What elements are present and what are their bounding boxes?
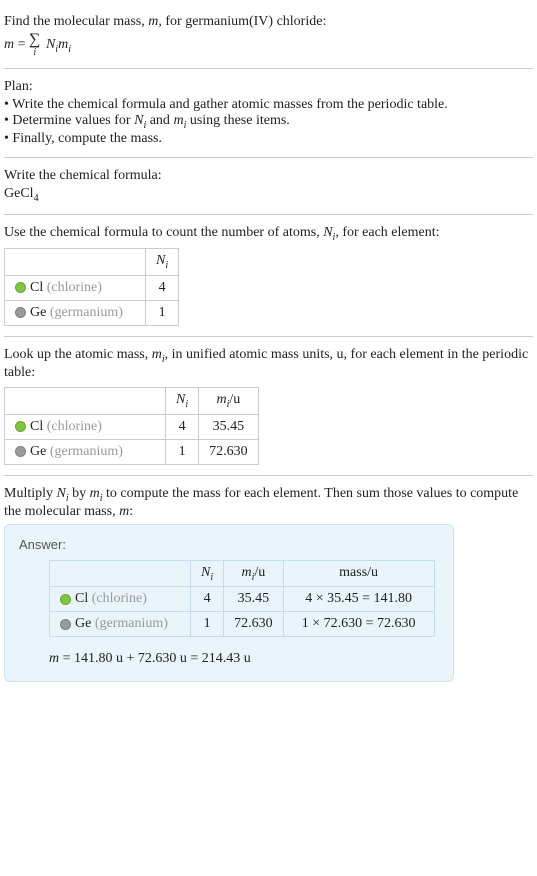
plan-item: Write the chemical formula and gather at… [4,97,533,113]
table-header-row: Ni mi/u [5,387,259,414]
table-row: Ge (germanium) 1 72.630 1 × 72.630 = 72.… [50,612,435,637]
count-heading: Use the chemical formula to count the nu… [4,225,533,243]
sum-symbol: ∑i [29,32,40,58]
plan-list: Write the chemical formula and gather at… [4,97,533,147]
element-dot-icon [60,594,71,605]
answer-section: Multiply Ni by mi to compute the mass fo… [4,476,533,693]
element-cell: Ge (germanium) [50,612,191,637]
table-row: Ge (germanium) 1 [5,301,179,326]
count-section: Use the chemical formula to count the nu… [4,215,533,338]
mass-table: Ni mi/u Cl (chlorine) 4 35.45 Ge (german… [4,387,259,465]
plan-item: Finally, compute the mass. [4,131,533,147]
element-cell: Cl (chlorine) [5,276,146,301]
m-var: m [148,14,158,29]
n-cell: 4 [166,414,199,439]
answer-label: Answer: [19,537,439,552]
element-dot-icon [15,446,26,457]
plan-heading: Plan: [4,79,533,95]
answer-table: Ni mi/u mass/u Cl (chlorine) 4 35.45 4 ×… [49,560,435,638]
count-table: Ni Cl (chlorine) 4 Ge (germanium) 1 [4,248,179,326]
n-cell: 4 [146,276,179,301]
empty-header [5,387,166,414]
intro-line: Find the molecular mass, m, for germaniu… [4,14,533,30]
element-dot-icon [15,307,26,318]
formula-section: Write the chemical formula: GeCl4 [4,158,533,215]
element-dot-icon [15,282,26,293]
n-cell: 1 [166,439,199,464]
col-n-header: Ni [166,387,199,414]
mass-section: Look up the atomic mass, mi, in unified … [4,337,533,476]
intro-text-b: , for germanium(IV) chloride: [158,14,326,29]
calc-cell: 4 × 35.45 = 141.80 [283,587,434,612]
mass-heading: Look up the atomic mass, mi, in unified … [4,347,533,381]
table-row: Cl (chlorine) 4 [5,276,179,301]
col-n-header: Ni [146,249,179,276]
m-cell: 72.630 [199,439,259,464]
element-cell: Ge (germanium) [5,439,166,464]
plan-section: Plan: Write the chemical formula and gat… [4,69,533,158]
m-cell: 35.45 [224,587,284,612]
answer-intro: Multiply Ni by mi to compute the mass fo… [4,486,533,520]
formula-heading: Write the chemical formula: [4,168,533,184]
table-header-row: Ni [5,249,179,276]
answer-box: Answer: Ni mi/u mass/u Cl (chlorine) 4 3… [4,524,454,683]
col-m-header: mi/u [224,560,284,587]
n-cell: 4 [191,587,224,612]
element-cell: Cl (chlorine) [5,414,166,439]
table-row: Cl (chlorine) 4 35.45 4 × 35.45 = 141.80 [50,587,435,612]
plan-item: Determine values for Ni and mi using the… [4,113,533,131]
table-header-row: Ni mi/u mass/u [50,560,435,587]
empty-header [50,560,191,587]
col-m-header: mi/u [199,387,259,414]
element-cell: Ge (germanium) [5,301,146,326]
result-equation: m = 141.80 u + 72.630 u = 214.43 u [49,651,439,667]
element-dot-icon [15,421,26,432]
table-row: Cl (chlorine) 4 35.45 [5,414,259,439]
calc-cell: 1 × 72.630 = 72.630 [283,612,434,637]
intro-equation: m = ∑i Nimi [4,32,533,58]
intro-section: Find the molecular mass, m, for germaniu… [4,4,533,69]
empty-header [5,249,146,276]
eq-term: Nimi [46,37,71,52]
table-row: Ge (germanium) 1 72.630 [5,439,259,464]
col-n-header: Ni [191,560,224,587]
n-cell: 1 [191,612,224,637]
m-cell: 35.45 [199,414,259,439]
m-cell: 72.630 [224,612,284,637]
element-cell: Cl (chlorine) [50,587,191,612]
n-cell: 1 [146,301,179,326]
eq-equals: = [14,37,29,52]
chemical-formula: GeCl4 [4,186,533,204]
intro-text: Find the molecular mass, [4,14,148,29]
col-mass-header: mass/u [283,560,434,587]
eq-lhs: m [4,37,14,52]
element-dot-icon [60,619,71,630]
